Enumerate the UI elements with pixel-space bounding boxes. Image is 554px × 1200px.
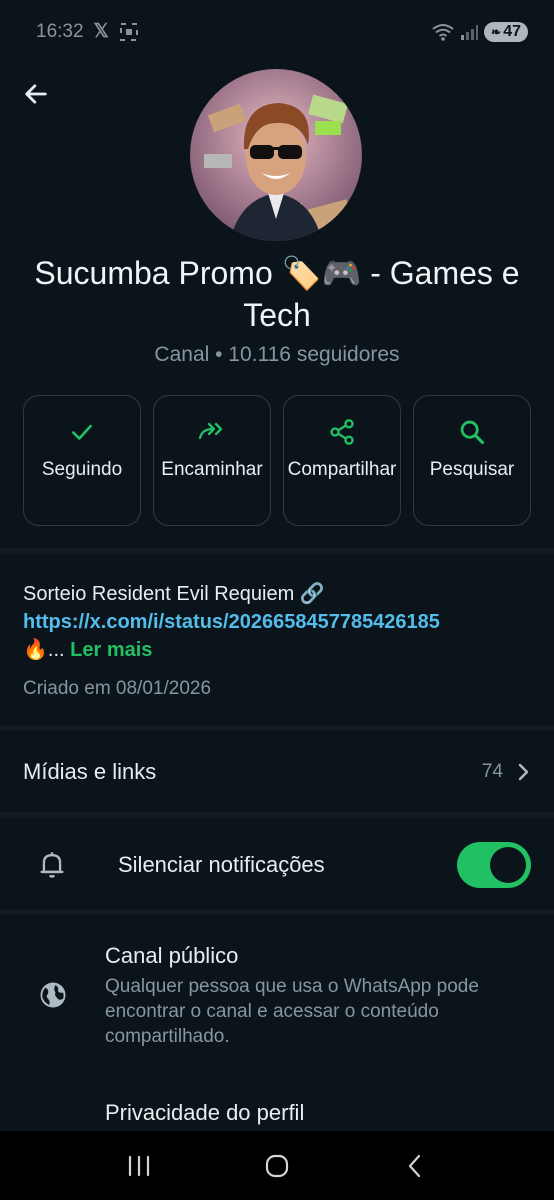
- following-label: Seguindo: [41, 459, 123, 480]
- divider: [0, 725, 554, 731]
- read-more-link[interactable]: Ler mais: [70, 639, 152, 661]
- public-channel-body: Qualquer pessoa que usa o WhatsApp pode …: [105, 976, 479, 1047]
- search-label: Pesquisar: [429, 459, 515, 480]
- public-channel-icon-wrap: [38, 980, 68, 1049]
- forward-button[interactable]: Encaminhar: [153, 395, 271, 526]
- mute-toggle[interactable]: [457, 842, 531, 888]
- signal-icon: [461, 25, 479, 40]
- battery-level: 47: [503, 23, 521, 40]
- channel-title: Sucumba Promo 🏷️🎮 - Games e Tech: [34, 255, 520, 333]
- profile-privacy-row[interactable]: Privacidade do perfil: [105, 1100, 304, 1126]
- avatar-image: [190, 69, 362, 241]
- x-app-icon: 𝕏: [93, 21, 109, 42]
- description-text: Sorteio Resident Evil Requiem 🔗: [23, 583, 325, 605]
- toggle-knob: [490, 847, 526, 883]
- divider: [0, 812, 554, 818]
- mute-notifications-title: Silenciar notificações: [118, 852, 325, 877]
- media-links-title: Mídias e links: [23, 759, 157, 784]
- back-button[interactable]: [18, 76, 54, 112]
- arrow-left-icon: [25, 84, 47, 104]
- forward-label: Encaminhar: [161, 459, 263, 480]
- search-icon: [460, 420, 485, 445]
- share-icon: [330, 419, 354, 445]
- system-back-button[interactable]: [385, 1141, 445, 1191]
- chevron-left-icon: [408, 1154, 421, 1177]
- divider: [0, 548, 554, 554]
- following-button[interactable]: Seguindo: [23, 395, 141, 526]
- divider: [0, 909, 554, 915]
- public-channel-row[interactable]: Canal público Qualquer pessoa que usa o …: [0, 940, 554, 1049]
- share-label: Compartilhar: [287, 459, 397, 480]
- channel-description: Sorteio Resident Evil Requiem 🔗 https://…: [23, 580, 533, 664]
- screenshot-icon: [119, 22, 138, 41]
- action-buttons: Seguindo Encaminhar Compartilhar Pesquis…: [23, 395, 531, 526]
- channel-avatar[interactable]: [190, 69, 362, 241]
- status-bar-right: ❧ 47: [432, 22, 528, 42]
- created-date: Criado em 08/01/2026: [23, 678, 212, 699]
- recent-apps-button[interactable]: [109, 1141, 169, 1191]
- home-button[interactable]: [247, 1141, 307, 1191]
- chevron-right-icon: [518, 763, 529, 781]
- media-links-row[interactable]: Mídias e links 74: [0, 735, 554, 809]
- media-count: 74: [481, 761, 503, 782]
- media-links-meta: 74: [482, 761, 531, 783]
- system-nav-bar: [0, 1131, 554, 1200]
- recent-apps-icon: [128, 1155, 150, 1176]
- description-tail: 🔥...: [23, 639, 65, 661]
- channel-subtitle: Canal • 10.116 seguidores: [154, 343, 400, 366]
- mute-notifications-row[interactable]: Silenciar notificações: [0, 822, 554, 908]
- status-bar: 16:32 𝕏 ❧ 47: [0, 0, 554, 64]
- share-button[interactable]: Compartilhar: [283, 395, 401, 526]
- status-bar-left: 16:32 𝕏: [36, 20, 139, 43]
- home-icon: [265, 1154, 289, 1177]
- search-button[interactable]: Pesquisar: [413, 395, 531, 526]
- battery-indicator: ❧ 47: [484, 22, 528, 42]
- check-icon: [72, 424, 92, 440]
- status-time: 16:32: [36, 20, 84, 42]
- description-link[interactable]: https://x.com/i/status/20266584577854261…: [23, 611, 440, 633]
- public-channel-title: Canal público: [105, 943, 239, 968]
- battery-saver-icon: ❧: [491, 25, 502, 39]
- public-channel-text: Canal público Qualquer pessoa que usa o …: [105, 940, 495, 1049]
- globe-icon: [40, 982, 66, 1008]
- wifi-icon: [432, 24, 454, 41]
- bell-icon: [40, 852, 64, 878]
- forward-icon: [198, 422, 223, 440]
